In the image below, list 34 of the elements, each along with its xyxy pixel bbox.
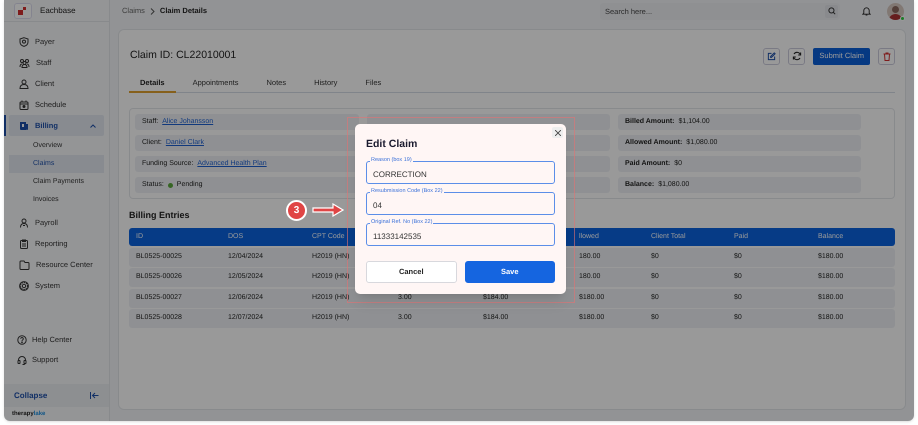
gear-icon <box>19 280 29 290</box>
input-field[interactable]: CORRECTION <box>366 161 555 184</box>
app-logo <box>14 2 32 18</box>
refresh-icon <box>792 51 802 61</box>
refresh-button[interactable] <box>788 48 806 64</box>
pencil-icon <box>767 52 776 60</box>
trash-icon <box>882 52 890 60</box>
close-icon <box>554 130 560 136</box>
headset-icon <box>17 355 27 365</box>
bell-icon[interactable] <box>862 6 871 16</box>
chevron-right-icon <box>150 8 155 14</box>
collapse-button[interactable]: Collapse <box>4 384 109 407</box>
dialog-title: Edit Claim <box>366 137 418 150</box>
app-name: Eachbase <box>40 4 76 16</box>
receipt-icon <box>19 120 29 130</box>
shield-icon <box>19 36 29 46</box>
help-icon <box>17 335 27 345</box>
user-avatar[interactable] <box>887 2 904 20</box>
edit-button[interactable] <box>763 48 780 64</box>
delete-button[interactable] <box>878 48 895 64</box>
arrow-icon <box>312 203 344 217</box>
collapse-arrow-icon <box>90 392 99 399</box>
claim-title: Claim ID: CL22010001 <box>129 48 236 64</box>
chevron-up-icon <box>90 124 96 128</box>
input-field[interactable]: 04 <box>366 192 555 215</box>
person-icon <box>19 78 29 88</box>
active-indicator <box>4 115 6 136</box>
calendar-icon <box>19 100 29 110</box>
clipboard-icon <box>19 238 29 248</box>
close-button[interactable] <box>552 127 563 138</box>
search-icon[interactable] <box>825 4 838 18</box>
folder-icon <box>19 260 30 270</box>
section-title: Billing Entries <box>129 209 190 221</box>
input-field[interactable]: 11333142535 <box>366 223 555 246</box>
